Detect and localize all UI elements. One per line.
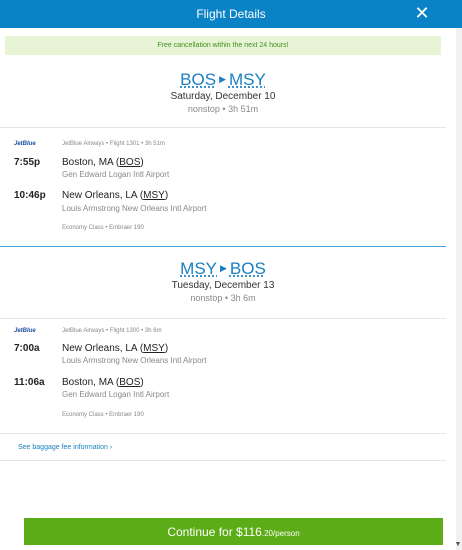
header-bar: Flight Details ✕ [0,0,462,28]
outbound-arrive-city: New Orleans, LA (MSY) [62,190,169,201]
continue-price-cents: .20/person [261,529,300,538]
continue-button[interactable]: Continue for $116.20/person [24,518,443,545]
triangle-right-icon: ▶ [220,263,227,273]
divider [0,127,446,128]
return-arrive-time: 11:06a [14,377,45,388]
outbound-depart-code: BOS [119,157,141,168]
scrollbar[interactable] [456,28,462,550]
return-route-header: MSY ▶ BOS Tuesday, December 13 nonstop • 3… [0,259,446,303]
outbound-summary: nonstop • 3h 51m [187,104,259,114]
divider [0,318,446,319]
outbound-origin-code: BOS [180,70,217,89]
outbound-depart-airport: Gen Edward Logan Intl Airport [62,170,170,179]
divider [0,433,446,434]
return-arrive-airport: Gen Edward Logan Intl Airport [62,390,170,399]
return-depart-airport: Louis Armstrong New Orleans Intl Airport [62,356,207,365]
return-arrive-city-name: Boston, MA [62,377,114,388]
return-origin-code: MSY [180,259,217,278]
outbound-date: Saturday, December 10 [170,91,276,102]
return-depart-time: 7:00a [14,343,40,354]
chevron-down-icon[interactable]: ▼ [454,540,462,550]
return-arrive-code: BOS [119,377,141,388]
outbound-arrive-code: MSY [143,190,165,201]
outbound-destination-code: MSY [228,70,266,89]
continue-label: Continue for $116 [167,525,262,539]
return-date: Tuesday, December 13 [171,280,275,291]
outbound-depart-time: 7:55p [14,157,41,168]
outbound-arrive-city-name: New Orleans, LA [62,190,138,201]
return-destination-code: BOS [229,259,266,278]
outbound-flight-meta: JetBlue Airways • Flight 1301 • 3h 51m [62,141,165,147]
section-divider [0,246,446,247]
return-summary: nonstop • 3h 6m [190,293,256,303]
close-icon[interactable]: ✕ [412,3,432,23]
outbound-arrive-time: 10:46p [14,190,46,201]
outbound-route-header: BOS ▶ MSY Saturday, December 10 nonstop • … [0,70,446,114]
divider [0,460,446,461]
return-depart-city-name: New Orleans, LA [62,343,138,354]
return-cabin: Economy Class • Embraer 190 [62,412,144,418]
outbound-depart-city-name: Boston, MA [62,157,114,168]
return-depart-city: New Orleans, LA (MSY) [62,343,169,354]
cancellation-notice: Free cancellation within the next 24 hou… [5,36,441,55]
airline-logo: JetBlue [14,141,36,147]
airline-logo: JetBlue [14,328,36,334]
page-title: Flight Details [196,7,266,21]
return-depart-code: MSY [143,343,165,354]
outbound-depart-city: Boston, MA (BOS) [62,157,144,168]
outbound-route-codes: BOS ▶ MSY [0,70,446,90]
triangle-right-icon: ▶ [219,74,226,84]
outbound-arrive-airport: Louis Armstrong New Orleans Intl Airport [62,204,207,213]
return-arrive-city: Boston, MA (BOS) [62,377,144,388]
baggage-fee-link[interactable]: See baggage fee information › [18,444,112,451]
outbound-cabin: Economy Class • Embraer 190 [62,225,144,231]
return-route-codes: MSY ▶ BOS [0,259,446,279]
return-flight-meta: JetBlue Airways • Flight 1300 • 3h 6m [62,328,162,334]
